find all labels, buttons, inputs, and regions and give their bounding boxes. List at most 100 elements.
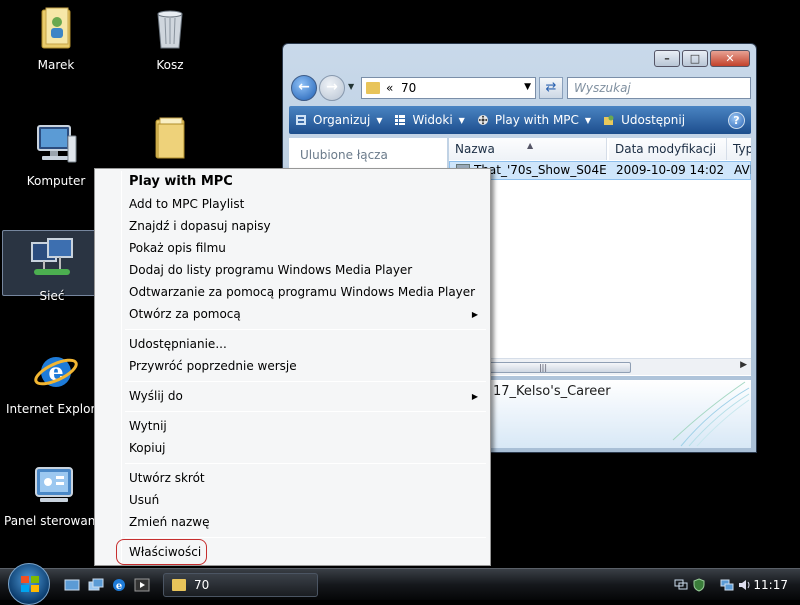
windows-logo-icon: [21, 576, 39, 592]
submenu-arrow-icon: ▶: [471, 392, 478, 401]
taskbar-button-70[interactable]: 70: [163, 573, 318, 597]
menu-item-find-subtitles[interactable]: Znajdź i dopasuj napisy: [129, 215, 271, 237]
menu-separator: [125, 463, 486, 464]
share-button[interactable]: Udostępnij: [597, 106, 691, 134]
menu-item-delete[interactable]: Usuń: [129, 489, 159, 511]
menu-item-add-to-wmp-list[interactable]: Dodaj do listy programu Windows Media Pl…: [129, 259, 412, 281]
menu-item-send-to[interactable]: Wyślij do: [129, 385, 183, 407]
desktop-icon-label: Kosz: [156, 58, 184, 72]
share-label: Udostępnij: [621, 113, 686, 127]
system-tray: 11:17: [668, 569, 800, 601]
folder-icon: [366, 82, 380, 94]
horizontal-scrollbar[interactable]: ||| ▶: [449, 358, 751, 375]
security-shield-icon[interactable]: [692, 578, 706, 592]
views-label: Widoki: [412, 113, 453, 127]
menu-item-show-movie-info[interactable]: Pokaż opis filmu: [129, 237, 226, 259]
chevron-down-icon[interactable]: ▼: [524, 82, 531, 92]
show-desktop-icon[interactable]: [64, 577, 80, 593]
volume-icon[interactable]: [738, 578, 752, 592]
chevron-down-icon: ▼: [584, 115, 592, 125]
details-swirl-decoration: [672, 381, 750, 447]
back-button[interactable]: ←: [291, 75, 317, 101]
chevron-down-icon: ▼: [458, 115, 465, 125]
menu-item-copy[interactable]: Kopiuj: [129, 437, 166, 459]
breadcrumb-current[interactable]: 70: [401, 81, 416, 95]
scroll-right-icon[interactable]: ▶: [740, 360, 747, 370]
start-button[interactable]: [8, 563, 50, 605]
system-clock[interactable]: 11:17: [753, 578, 788, 592]
menu-item-cut[interactable]: Wytnij: [129, 415, 167, 437]
column-header-type-label: Typ: [733, 142, 751, 156]
desktop-icon-label: Sieć: [39, 289, 65, 303]
search-input[interactable]: Wyszukaj: [567, 77, 751, 99]
desktop-icon-siec[interactable]: Sieć: [2, 230, 102, 303]
media-player-icon[interactable]: [134, 577, 150, 593]
submenu-arrow-icon: ▶: [471, 310, 478, 319]
minimize-button[interactable]: –: [654, 50, 680, 67]
caption-buttons: – □ ✕: [654, 50, 750, 67]
column-header-name[interactable]: Nazwa ▲: [449, 138, 607, 160]
network-status-icon[interactable]: [674, 578, 688, 592]
menu-item-sharing[interactable]: Udostępnianie...: [129, 333, 227, 355]
address-row: ← → ▼ « 70 ▼ ⇄ Wyszukaj: [289, 74, 751, 102]
file-name: That_'70s_Show_S04E1...: [474, 163, 608, 177]
network-connection-icon[interactable]: [720, 578, 734, 592]
context-menu: Play with MPC Add to MPC Playlist Znajdź…: [94, 168, 491, 566]
film-reel-icon: [477, 115, 488, 125]
address-bar[interactable]: « 70 ▼: [361, 77, 536, 99]
play-with-mpc-label: Play with MPC: [494, 113, 579, 127]
desktop-icon-label: Internet Explorer: [6, 402, 108, 416]
switch-windows-icon[interactable]: [88, 577, 104, 593]
menu-item-restore-previous-versions[interactable]: Przywróć poprzednie wersje: [129, 355, 297, 377]
menu-item-add-to-mpc-playlist[interactable]: Add to MPC Playlist: [129, 193, 244, 215]
refresh-button[interactable]: ⇄: [539, 77, 563, 99]
internet-explorer-icon[interactable]: e: [111, 577, 127, 593]
table-row[interactable]: That_'70s_Show_S04E1... 2009-10-09 14:02…: [449, 161, 751, 180]
menu-item-play-with-wmp[interactable]: Odtwarzanie za pomocą programu Windows M…: [129, 281, 475, 303]
recycle-bin-icon: [146, 4, 194, 52]
help-icon[interactable]: ?: [728, 111, 745, 129]
breadcrumb-overflow[interactable]: «: [386, 81, 393, 95]
folder-icon: [146, 114, 194, 162]
menu-separator: [125, 381, 486, 382]
menu-item-play-with-mpc[interactable]: Play with MPC: [129, 171, 233, 193]
svg-text:e: e: [116, 581, 122, 592]
refresh-icon: ⇄: [545, 80, 557, 95]
recent-pages-dropdown-icon[interactable]: ▼: [348, 82, 354, 91]
file-list[interactable]: Nazwa ▲ Data modyfikacji Typ That_'70s_S…: [449, 138, 751, 376]
menu-item-open-with[interactable]: Otwórz za pomocą: [129, 303, 241, 325]
desktop-icon-folder[interactable]: [120, 114, 220, 168]
views-icon: [395, 115, 406, 125]
chevron-down-icon: ▼: [376, 115, 383, 125]
properties-highlight-outline: [116, 539, 207, 565]
views-button[interactable]: Widoki ▼: [388, 106, 470, 134]
favorite-links-header: Ulubione łącza: [300, 148, 388, 162]
file-type: AVI: [734, 163, 751, 177]
desktop-icon-kosz[interactable]: Kosz: [120, 4, 220, 72]
desktop-icon-komputer[interactable]: Komputer: [6, 120, 106, 188]
column-header-type[interactable]: Typ: [727, 138, 751, 160]
menu-separator: [125, 329, 486, 330]
desktop-icon-label: Panel sterowania: [4, 514, 106, 528]
maximize-button[interactable]: □: [682, 50, 708, 67]
column-header-name-label: Nazwa: [455, 142, 495, 156]
details-file-name: 17_Kelso's_Career: [493, 384, 611, 399]
desktop-icon-panel-sterowania[interactable]: Panel sterowania: [4, 460, 106, 528]
desktop-icon-internet-explorer[interactable]: e Internet Explorer: [6, 348, 108, 416]
organize-label: Organizuj: [313, 113, 371, 127]
computer-icon: [32, 120, 80, 168]
address-path: « 70: [386, 81, 416, 95]
file-date: 2009-10-09 14:02: [616, 163, 725, 177]
desktop-icon-marek[interactable]: Marek: [6, 4, 106, 72]
play-with-mpc-button[interactable]: Play with MPC ▼: [471, 106, 597, 134]
menu-item-rename[interactable]: Zmień nazwę: [129, 511, 210, 533]
forward-button[interactable]: →: [319, 75, 345, 101]
minimize-icon: –: [664, 52, 670, 65]
desktop-icon-label: Marek: [37, 58, 75, 72]
menu-gutter: [121, 171, 122, 563]
close-button[interactable]: ✕: [710, 50, 750, 67]
organize-button[interactable]: Organizuj ▼: [289, 106, 388, 134]
control-panel-icon: [30, 460, 78, 508]
column-header-date[interactable]: Data modyfikacji: [609, 138, 727, 160]
menu-item-create-shortcut[interactable]: Utwórz skrót: [129, 467, 205, 489]
